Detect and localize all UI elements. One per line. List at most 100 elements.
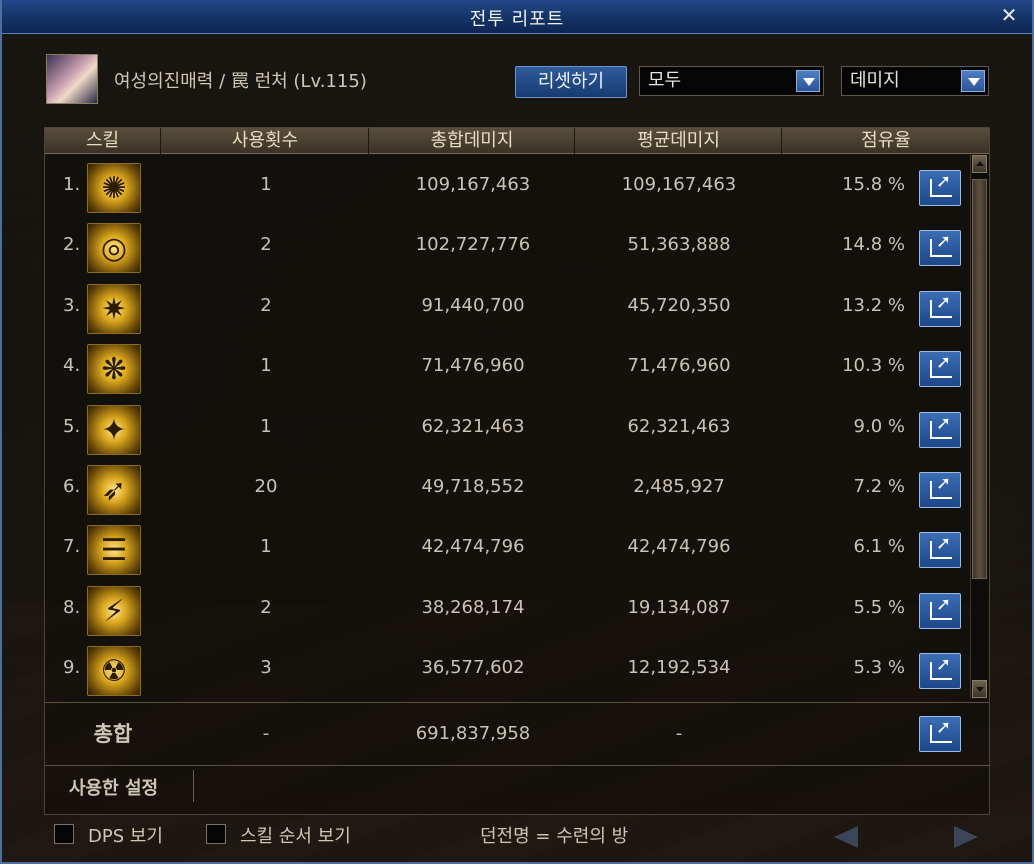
filter-dropdown[interactable]: 모두	[639, 66, 824, 96]
row-share: 7.2 %	[853, 476, 905, 497]
table-row: 7. ☰ 1 42,474,796 42,474,796 6.1 %	[45, 517, 989, 577]
share-button[interactable]	[919, 592, 961, 629]
row-index: 8.	[63, 596, 81, 618]
header-uses: 사용횟수	[162, 128, 369, 154]
share-button[interactable]	[919, 532, 961, 569]
share-icon	[930, 717, 952, 743]
row-share: 13.2 %	[842, 294, 905, 316]
chevron-down-icon[interactable]	[796, 70, 820, 92]
settings-row: 사용한 설정	[45, 765, 989, 805]
next-page-icon[interactable]	[954, 826, 978, 848]
row-average-damage: 2,485,927	[633, 476, 725, 497]
row-uses: 3	[260, 657, 272, 679]
total-average: -	[675, 723, 683, 744]
table-row: 3. ✷ 2 91,440,700 45,720,350 13.2 %	[45, 276, 989, 336]
skill-order-checkbox[interactable]	[206, 824, 226, 844]
share-icon	[930, 654, 952, 681]
metric-value: 데미지	[850, 70, 900, 91]
title-bar[interactable]: 전투 리포트 ✕	[2, 0, 1032, 34]
skill-damage-table: 스킬 사용횟수 총합데미지 평균데미지 점유율 1. ✺ 1 109,167,463 1…	[44, 127, 990, 815]
footer-bar: DPS 보기 스킬 순서 보기 던전명 = 수련의 방	[2, 816, 1032, 860]
row-average-damage: 71,476,960	[627, 355, 731, 377]
scroll-thumb[interactable]	[972, 179, 987, 579]
table-row: 9. ☢ 3 36,577,602 12,192,534 5.3 %	[45, 638, 989, 698]
row-share: 6.1 %	[853, 536, 905, 558]
row-index: 5.	[63, 415, 81, 437]
share-icon	[930, 352, 952, 379]
share-icon	[930, 413, 952, 439]
scrollbar[interactable]	[970, 155, 988, 698]
share-button[interactable]	[919, 411, 961, 448]
dungeon-name: 던전명 = 수련의 방	[480, 826, 629, 847]
row-total-damage: 38,268,174	[421, 596, 525, 618]
share-button[interactable]	[919, 351, 961, 388]
total-damage: 691,837,958	[415, 723, 531, 744]
row-share: 5.3 %	[853, 657, 905, 679]
share-icon	[930, 473, 952, 499]
row-total-damage: 109,167,463	[415, 174, 531, 195]
prev-page-icon[interactable]	[834, 826, 858, 848]
row-index: 1.	[63, 174, 81, 195]
total-label: 총합	[93, 722, 133, 746]
table-body: 1. ✺ 1 109,167,463 109,167,463 15.8 % 2. ◎ 2 102,…	[45, 155, 989, 698]
row-uses: 1	[260, 355, 272, 377]
skill-icon-laser: ⚡	[87, 585, 141, 636]
row-index: 3.	[63, 294, 81, 316]
table-header: 스킬 사용횟수 총합데미지 평균데미지 점유율	[45, 128, 989, 154]
table-row: 1. ✺ 1 109,167,463 109,167,463 15.8 %	[45, 155, 989, 215]
table-row: 8. ⚡ 2 38,268,174 19,134,087 5.5 %	[45, 578, 989, 638]
share-icon	[930, 231, 952, 258]
row-share: 15.8 %	[842, 174, 905, 195]
row-total-damage: 36,577,602	[421, 657, 525, 679]
reset-button[interactable]: 리셋하기	[515, 66, 627, 98]
dps-label: DPS 보기	[88, 826, 163, 847]
header-share: 점유율	[861, 130, 911, 151]
share-button[interactable]	[919, 170, 961, 206]
row-index: 4.	[63, 355, 81, 377]
character-name: 여성의진매력 / 罠 런처 (Lv.115)	[114, 71, 367, 92]
table-row: 6. ➶ 20 49,718,552 2,485,927 7.2 %	[45, 457, 989, 517]
row-uses: 1	[260, 415, 272, 437]
row-share: 9.0 %	[853, 415, 905, 437]
share-icon	[930, 533, 952, 560]
close-icon[interactable]: ✕	[998, 4, 1020, 26]
total-uses: -	[262, 723, 270, 744]
filter-value: 모두	[648, 70, 682, 91]
share-icon	[930, 292, 952, 318]
scroll-up-icon[interactable]	[972, 155, 987, 173]
header-average: 평균데미지	[576, 128, 782, 154]
row-average-damage: 12,192,534	[627, 657, 731, 679]
row-share: 14.8 %	[842, 234, 905, 256]
skill-icon-burst: ✷	[87, 283, 141, 334]
header-skill: 스킬	[45, 128, 161, 154]
row-uses: 2	[260, 234, 272, 256]
table-row: 4. ❋ 1 71,476,960 71,476,960 10.3 %	[45, 336, 989, 396]
share-button[interactable]	[919, 290, 961, 327]
row-average-damage: 42,474,796	[627, 536, 731, 558]
total-row: 총합 - 691,837,958 -	[45, 702, 989, 764]
battle-report-window: 전투 리포트 ✕ 여성의진매력 / 罠 런처 (Lv.115) 리셋하기 모두 …	[0, 0, 1034, 864]
metric-dropdown[interactable]: 데미지	[841, 66, 989, 96]
row-total-damage: 102,727,776	[415, 234, 531, 256]
row-share: 5.5 %	[853, 596, 905, 618]
dps-checkbox[interactable]	[54, 824, 74, 844]
row-uses: 1	[260, 536, 272, 558]
skill-icon-cannons: ✦	[87, 404, 141, 455]
row-index: 7.	[63, 536, 81, 558]
share-button[interactable]	[919, 230, 961, 267]
skill-icon-launcher: ➶	[87, 465, 141, 515]
skill-icon-radiation: ☢	[87, 646, 141, 697]
scroll-down-icon[interactable]	[972, 680, 987, 698]
window-title: 전투 리포트	[469, 9, 565, 30]
avatar	[46, 54, 98, 104]
chevron-down-icon[interactable]	[961, 70, 985, 92]
skill-icon-rings: ◎	[87, 223, 141, 274]
row-index: 6.	[63, 476, 81, 497]
share-button[interactable]	[919, 653, 961, 690]
row-average-damage: 62,321,463	[627, 415, 731, 437]
share-button[interactable]	[919, 472, 961, 508]
share-total-button[interactable]	[919, 716, 961, 752]
divider	[193, 770, 194, 802]
row-total-damage: 42,474,796	[421, 536, 525, 558]
skill-icon-ornament: ✺	[87, 163, 141, 213]
